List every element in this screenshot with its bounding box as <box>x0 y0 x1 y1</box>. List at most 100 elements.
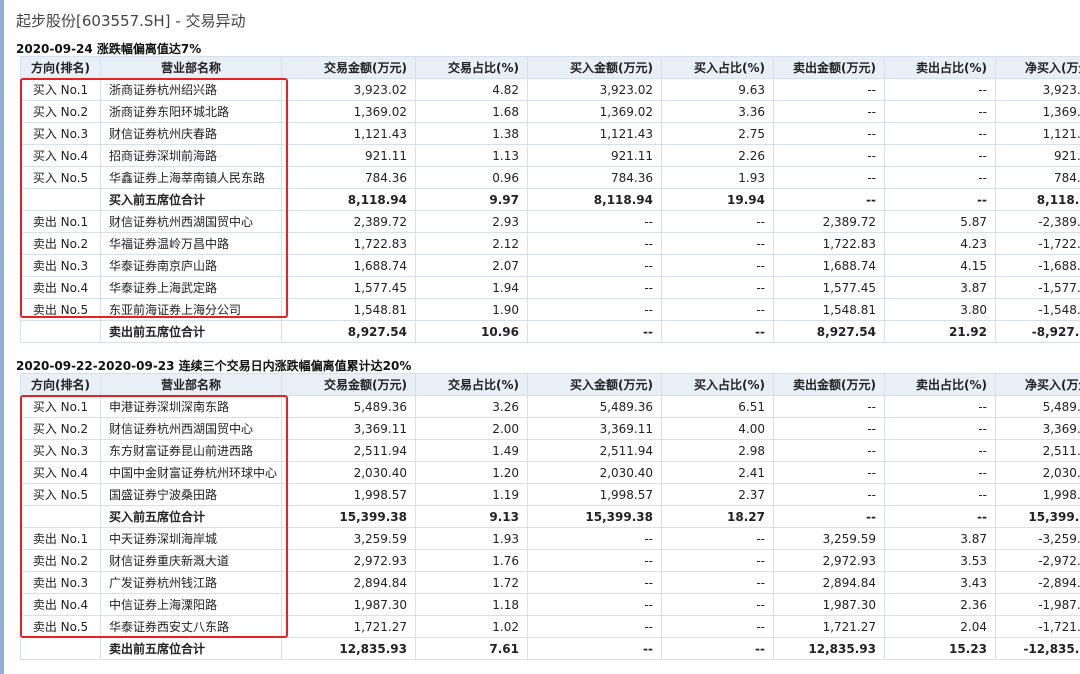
buy-ratio-cell: -- <box>661 210 774 233</box>
column-header-net-buy[interactable]: 净买入(万元) <box>995 373 1080 396</box>
column-header-sell-ratio[interactable]: 卖出占比(%) <box>884 56 996 79</box>
table-row[interactable]: 卖出 No.3 华泰证券南京庐山路 1,688.74 2.07 -- -- 1,688.74… <box>20 254 1080 277</box>
buy-amount-cell: 1,369.02 <box>527 100 662 123</box>
buy-amount-cell: 2,030.40 <box>527 461 662 484</box>
table-row[interactable]: 卖出 No.1 财信证券杭州西湖国贸中心 2,389.72 2.93 -- -- 2,389… <box>20 210 1080 233</box>
trade-amount-cell: 2,894.84 <box>281 571 416 594</box>
table-row[interactable]: 卖出 No.2 华福证券温岭万昌中路 1,722.83 2.12 -- -- 1,722.8… <box>20 232 1080 255</box>
table-row[interactable]: 卖出 No.4 中信证券上海溧阳路 1,987.30 1.18 -- -- 1,987.30… <box>20 593 1080 616</box>
net-buy-cell: -1,548.81 <box>995 298 1080 321</box>
buy-ratio-cell: 2.26 <box>661 144 774 167</box>
trade-ratio-cell: 1.68 <box>415 100 528 123</box>
direction-cell: 卖出 No.4 <box>20 276 101 299</box>
table-row[interactable]: 买入 No.1 申港证券深圳深南东路 5,489.36 3.26 5,489.36 6.5… <box>20 395 1080 418</box>
column-header-direction[interactable]: 方向(排名) <box>20 56 101 79</box>
table-row[interactable]: 卖出 No.1 中天证券深圳海岸城 3,259.59 1.93 -- -- 3,259.59… <box>20 527 1080 550</box>
trade-ratio-cell: 1.93 <box>415 527 528 550</box>
section-title-1: 2020-09-24 涨跌幅偏离值达7% <box>16 42 202 56</box>
sell-amount-cell: -- <box>773 417 885 440</box>
sell-amount-cell: 12,835.93 <box>773 637 885 660</box>
branch-name-cell: 华福证券温岭万昌中路 <box>100 232 282 255</box>
column-header-buy-ratio[interactable]: 买入占比(%) <box>661 373 774 396</box>
direction-cell: 买入 No.4 <box>20 144 101 167</box>
net-buy-cell: -1,721.27 <box>995 615 1080 638</box>
table-row[interactable]: 买入 No.3 财信证券杭州庆春路 1,121.43 1.38 1,121.43 2.75… <box>20 122 1080 145</box>
column-header-buy-ratio[interactable]: 买入占比(%) <box>661 56 774 79</box>
direction-cell <box>20 505 101 528</box>
column-header-branch-name[interactable]: 营业部名称 <box>100 373 282 396</box>
table-row[interactable]: 卖出 No.5 华泰证券西安丈八东路 1,721.27 1.02 -- -- 1,721.2… <box>20 615 1080 638</box>
direction-cell: 买入 No.1 <box>20 78 101 101</box>
table-total-row[interactable]: 买入前五席位合计 15,399.38 9.13 15,399.38 18.27 -- -- 1… <box>20 505 1080 528</box>
trade-amount-cell: 3,369.11 <box>281 417 416 440</box>
branch-name-cell: 浙商证券杭州绍兴路 <box>100 78 282 101</box>
table-row[interactable]: 卖出 No.2 财信证券重庆新溉大道 2,972.93 1.76 -- -- 2,972.9… <box>20 549 1080 572</box>
column-header-net-buy[interactable]: 净买入(万元) <box>995 56 1080 79</box>
table-row[interactable]: 买入 No.5 国盛证券宁波桑田路 1,998.57 1.19 1,998.57 2.37… <box>20 483 1080 506</box>
buy-amount-cell: -- <box>527 298 662 321</box>
trade-ratio-cell: 2.12 <box>415 232 528 255</box>
table-row[interactable]: 买入 No.4 招商证券深圳前海路 921.11 1.13 921.11 2.26 -- --… <box>20 144 1080 167</box>
net-buy-cell: -1,722.83 <box>995 232 1080 255</box>
trade-ratio-cell: 1.13 <box>415 144 528 167</box>
column-header-branch-name[interactable]: 营业部名称 <box>100 56 282 79</box>
trade-ratio-cell: 1.49 <box>415 439 528 462</box>
net-buy-cell: 2,030.40 <box>995 461 1080 484</box>
left-edge-strip <box>0 0 4 674</box>
branch-name-cell: 浙商证券东阳环城北路 <box>100 100 282 123</box>
net-buy-cell: -1,577.45 <box>995 276 1080 299</box>
column-header-trade-amount[interactable]: 交易金额(万元) <box>281 373 416 396</box>
net-buy-cell: -2,389.72 <box>995 210 1080 233</box>
table-row[interactable]: 买入 No.2 财信证券杭州西湖国贸中心 3,369.11 2.00 3,369.11 4… <box>20 417 1080 440</box>
column-header-trade-amount[interactable]: 交易金额(万元) <box>281 56 416 79</box>
trade-amount-cell: 1,721.27 <box>281 615 416 638</box>
table-row[interactable]: 买入 No.1 浙商证券杭州绍兴路 3,923.02 4.82 3,923.02 9.63… <box>20 78 1080 101</box>
table-total-row[interactable]: 卖出前五席位合计 12,835.93 7.61 -- -- 12,835.93 15.23-… <box>20 637 1080 660</box>
direction-cell <box>20 188 101 211</box>
table-row[interactable]: 买入 No.4 中国中金财富证券杭州环球中心 2,030.40 1.20 2,030.4… <box>20 461 1080 484</box>
column-header-direction[interactable]: 方向(排名) <box>20 373 101 396</box>
table-total-row[interactable]: 卖出前五席位合计 8,927.54 10.96 -- -- 8,927.54 21.92 -8… <box>20 320 1080 343</box>
table-row[interactable]: 卖出 No.5 东亚前海证券上海分公司 1,548.81 1.90 -- -- 1,548.… <box>20 298 1080 321</box>
sell-ratio-cell: 3.87 <box>884 276 996 299</box>
trade-amount-cell: 15,399.38 <box>281 505 416 528</box>
buy-amount-cell: 15,399.38 <box>527 505 662 528</box>
sell-ratio-cell: 2.36 <box>884 593 996 616</box>
trade-amount-cell: 1,577.45 <box>281 276 416 299</box>
table-header-row: 方向(排名) 营业部名称 交易金额(万元) 交易占比(%) 买入金额(万元) 买入占比(%… <box>20 56 1080 79</box>
branch-name-cell: 财信证券杭州庆春路 <box>100 122 282 145</box>
trade-ratio-cell: 1.02 <box>415 615 528 638</box>
sell-ratio-cell: -- <box>884 100 996 123</box>
trade-amount-cell: 2,972.93 <box>281 549 416 572</box>
trade-amount-cell: 2,511.94 <box>281 439 416 462</box>
sell-amount-cell: -- <box>773 78 885 101</box>
trade-amount-cell: 8,927.54 <box>281 320 416 343</box>
table-row[interactable]: 卖出 No.4 华泰证券上海武定路 1,577.45 1.94 -- -- 1,577.45… <box>20 276 1080 299</box>
sell-ratio-cell: -- <box>884 439 996 462</box>
column-header-buy-amount[interactable]: 买入金额(万元) <box>527 56 662 79</box>
branch-name-cell: 卖出前五席位合计 <box>100 637 282 660</box>
sell-amount-cell: 8,927.54 <box>773 320 885 343</box>
column-header-sell-amount[interactable]: 卖出金额(万元) <box>773 373 885 396</box>
trade-amount-cell: 2,030.40 <box>281 461 416 484</box>
column-header-trade-ratio[interactable]: 交易占比(%) <box>415 373 528 396</box>
table-row[interactable]: 买入 No.3 东方财富证券昆山前进西路 2,511.94 1.49 2,511.94 2… <box>20 439 1080 462</box>
trade-amount-cell: 784.36 <box>281 166 416 189</box>
column-header-trade-ratio[interactable]: 交易占比(%) <box>415 56 528 79</box>
trade-ratio-cell: 1.72 <box>415 571 528 594</box>
trade-amount-cell: 2,389.72 <box>281 210 416 233</box>
trade-ratio-cell: 9.13 <box>415 505 528 528</box>
sell-ratio-cell: -- <box>884 417 996 440</box>
buy-amount-cell: 921.11 <box>527 144 662 167</box>
table-row[interactable]: 买入 No.2 浙商证券东阳环城北路 1,369.02 1.68 1,369.02 3.3… <box>20 100 1080 123</box>
column-header-sell-amount[interactable]: 卖出金额(万元) <box>773 56 885 79</box>
net-buy-cell: 784.36 <box>995 166 1080 189</box>
trade-ratio-cell: 1.18 <box>415 593 528 616</box>
sell-amount-cell: 2,972.93 <box>773 549 885 572</box>
table-total-row[interactable]: 买入前五席位合计 8,118.94 9.97 8,118.94 19.94 -- -- 8,1… <box>20 188 1080 211</box>
column-header-sell-ratio[interactable]: 卖出占比(%) <box>884 373 996 396</box>
table-row[interactable]: 买入 No.5 华鑫证券上海莘南镇人民东路 784.36 0.96 784.36 1.93… <box>20 166 1080 189</box>
trade-ratio-cell: 4.82 <box>415 78 528 101</box>
column-header-buy-amount[interactable]: 买入金额(万元) <box>527 373 662 396</box>
table-row[interactable]: 卖出 No.3 广发证券杭州钱江路 2,894.84 1.72 -- -- 2,894.84… <box>20 571 1080 594</box>
